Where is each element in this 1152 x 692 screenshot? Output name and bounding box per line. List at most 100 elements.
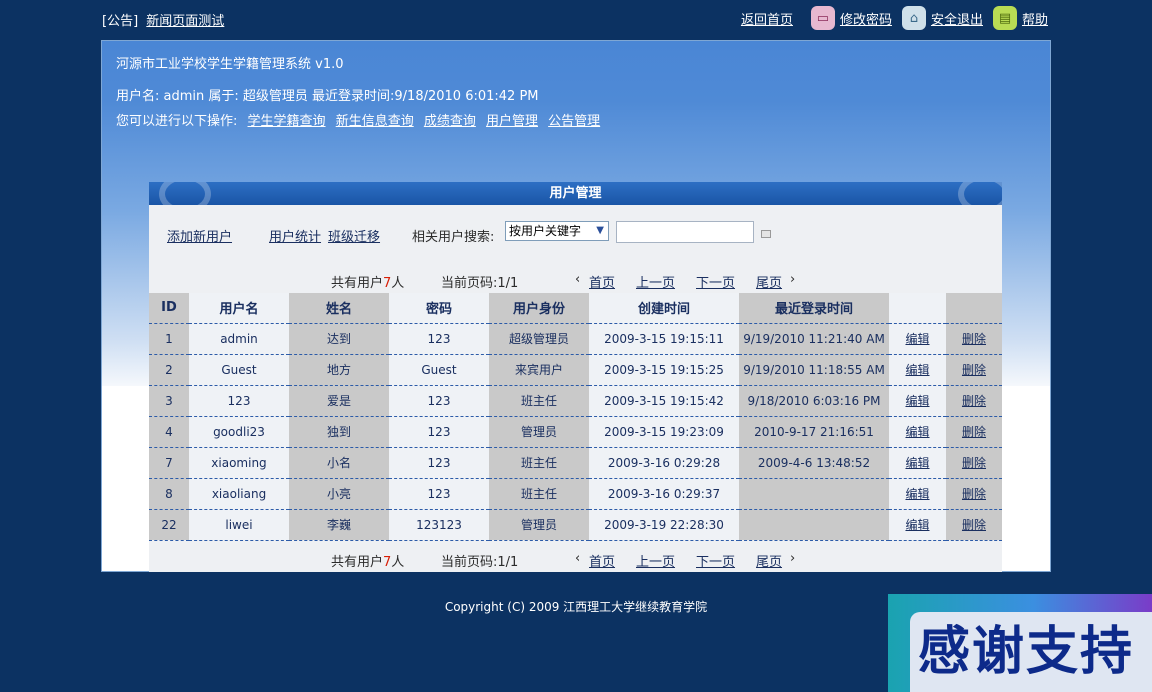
prev-page-link[interactable]: 上一页	[636, 272, 675, 291]
cell-username: xiaoming	[189, 446, 289, 478]
cell-id: 3	[149, 384, 189, 416]
cell-edit: 编辑	[889, 353, 946, 385]
users-table: ID 用户名 姓名 密码 用户身份 创建时间 最近登录时间 1 admin 达到…	[149, 293, 1002, 541]
top-bar: [公告] 新闻页面测试 返回首页 ▭ 修改密码 ⌂ 安全退出 ▤ 帮助	[0, 0, 1152, 36]
edit-link[interactable]: 编辑	[905, 394, 929, 408]
delete-link[interactable]: 删除	[962, 518, 986, 532]
cell-last-login: 9/19/2010 11:18:55 AM	[739, 353, 889, 385]
cell-role: 班主任	[489, 477, 589, 509]
next-page-link[interactable]: 下一页	[696, 272, 735, 291]
change-password-item[interactable]: ▭ 修改密码	[810, 6, 892, 30]
table-row: 8 xiaoliang 小亮 123 班主任 2009-3-16 0:29:37…	[149, 477, 1002, 509]
cell-created: 2009-3-15 19:15:25	[589, 353, 739, 385]
delete-link[interactable]: 删除	[962, 456, 986, 470]
edit-link[interactable]: 编辑	[905, 363, 929, 377]
notice-link[interactable]: 新闻页面测试	[146, 14, 224, 29]
swirl-decoration	[958, 182, 1002, 205]
delete-link[interactable]: 删除	[962, 332, 986, 346]
logout-link[interactable]: 安全退出	[931, 9, 983, 28]
chevron-left-icon: ‹	[575, 551, 581, 566]
cell-delete: 删除	[946, 384, 1002, 416]
col-created: 创建时间	[589, 293, 739, 323]
search-type-select[interactable]: 按用户关键字 ▼	[505, 221, 609, 241]
user-management-panel: 用户管理 添加新用户 用户统计 班级迁移 相关用户搜索: 按用户关键字 ▼ 共有…	[149, 182, 1002, 572]
col-delete	[946, 293, 1002, 323]
user-info: 用户名: admin 属于: 超级管理员 最近登录时间:9/18/2010 6:…	[116, 89, 539, 104]
delete-link[interactable]: 删除	[962, 487, 986, 501]
cell-id: 4	[149, 415, 189, 447]
cell-created: 2009-3-15 19:23:09	[589, 415, 739, 447]
last-page-link[interactable]: 尾页	[756, 272, 782, 291]
cell-role: 管理员	[489, 508, 589, 541]
col-password: 密码	[389, 293, 489, 323]
thanks-badge: 感谢支持	[888, 594, 1152, 692]
cell-role: 超级管理员	[489, 322, 589, 354]
cell-edit: 编辑	[889, 322, 946, 354]
table-row: 7 xiaoming 小名 123 班主任 2009-3-16 0:29:28 …	[149, 446, 1002, 478]
top-links: 返回首页 ▭ 修改密码 ⌂ 安全退出 ▤ 帮助	[741, 6, 1048, 30]
cell-name: 李巍	[289, 508, 389, 541]
op-student-records[interactable]: 学生学籍查询	[248, 114, 326, 129]
change-password-link[interactable]: 修改密码	[840, 9, 892, 28]
cell-created: 2009-3-16 0:29:28	[589, 446, 739, 478]
op-grades[interactable]: 成绩查询	[424, 114, 476, 129]
edit-link[interactable]: 编辑	[905, 425, 929, 439]
total-users: 共有用户7人	[331, 555, 405, 570]
cell-edit: 编辑	[889, 508, 946, 541]
delete-link[interactable]: 删除	[962, 363, 986, 377]
op-new-students[interactable]: 新生信息查询	[336, 114, 414, 129]
cell-role: 管理员	[489, 415, 589, 447]
pager-bottom: 共有用户7人 当前页码:1/1 ‹ 首页 上一页 下一页 尾页 ›	[149, 549, 1002, 570]
edit-link[interactable]: 编辑	[905, 332, 929, 346]
add-user-link[interactable]: 添加新用户	[167, 226, 232, 245]
search-input[interactable]	[616, 221, 754, 243]
op-user-management[interactable]: 用户管理	[486, 114, 538, 129]
search-button[interactable]	[761, 230, 771, 238]
help-item[interactable]: ▤ 帮助	[992, 6, 1048, 30]
delete-link[interactable]: 删除	[962, 394, 986, 408]
delete-link[interactable]: 删除	[962, 425, 986, 439]
thanks-text: 感谢支持	[910, 612, 1152, 692]
panel-header: 用户管理	[149, 182, 1002, 205]
cell-password: 123123	[389, 508, 489, 541]
help-link[interactable]: 帮助	[1022, 9, 1048, 28]
class-move-link[interactable]: 班级迁移	[328, 226, 380, 245]
cell-username: Guest	[189, 353, 289, 385]
cell-last-login: 2010-9-17 21:16:51	[739, 415, 889, 447]
cell-password: Guest	[389, 353, 489, 385]
edit-link[interactable]: 编辑	[905, 456, 929, 470]
home-link[interactable]: 返回首页	[741, 9, 793, 28]
cell-created: 2009-3-19 22:28:30	[589, 508, 739, 541]
cell-created: 2009-3-15 19:15:42	[589, 384, 739, 416]
table-row: 2 Guest 地方 Guest 来宾用户 2009-3-15 19:15:25…	[149, 353, 1002, 385]
notice-tag: [公告]	[102, 14, 139, 29]
last-page-link[interactable]: 尾页	[756, 551, 782, 570]
chevron-down-icon: ▼	[596, 225, 604, 236]
cell-password: 123	[389, 322, 489, 354]
cell-edit: 编辑	[889, 415, 946, 447]
cell-role: 来宾用户	[489, 353, 589, 385]
user-stats-link[interactable]: 用户统计	[269, 226, 321, 245]
prev-page-link[interactable]: 上一页	[636, 551, 675, 570]
cell-name: 独到	[289, 415, 389, 447]
pager-top: 共有用户7人 当前页码:1/1 ‹ 首页 上一页 下一页 尾页 ›	[149, 270, 1002, 291]
op-announcements[interactable]: 公告管理	[548, 114, 600, 129]
edit-link[interactable]: 编辑	[905, 518, 929, 532]
cell-last-login: 9/18/2010 6:03:16 PM	[739, 384, 889, 416]
cell-last-login	[739, 508, 889, 541]
cell-delete: 删除	[946, 446, 1002, 478]
cell-role: 班主任	[489, 446, 589, 478]
cell-username: goodli23	[189, 415, 289, 447]
chevron-right-icon: ›	[790, 272, 796, 287]
main-frame: 河源市工业学校学生学籍管理系统 v1.0 用户名: admin 属于: 超级管理…	[101, 40, 1051, 572]
cell-name: 地方	[289, 353, 389, 385]
current-page: 当前页码:1/1	[441, 555, 519, 570]
logout-item[interactable]: ⌂ 安全退出	[901, 6, 983, 30]
next-page-link[interactable]: 下一页	[696, 551, 735, 570]
table-row: 22 liwei 李巍 123123 管理员 2009-3-19 22:28:3…	[149, 508, 1002, 541]
first-page-link[interactable]: 首页	[589, 272, 615, 291]
network-icon: ⌂	[901, 6, 926, 30]
edit-link[interactable]: 编辑	[905, 487, 929, 501]
first-page-link[interactable]: 首页	[589, 551, 615, 570]
notice-bar: [公告] 新闻页面测试	[102, 10, 224, 29]
